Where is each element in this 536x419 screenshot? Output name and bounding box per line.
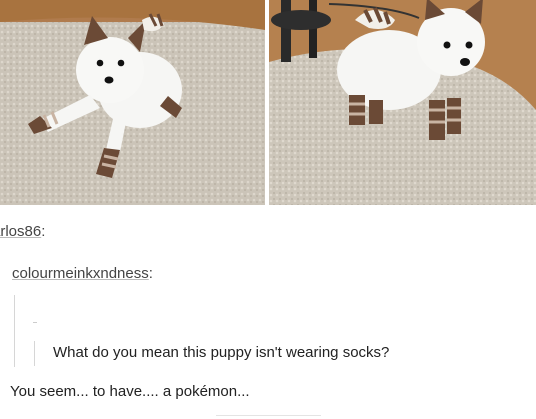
quote-divider (33, 322, 37, 323)
photo-puppy-standing[interactable] (269, 0, 536, 205)
reblog-attribution-2: colourmeinkxndness: (12, 265, 153, 282)
post-footer-divider (216, 415, 321, 416)
username-link[interactable]: colourmeinkxndness (12, 265, 149, 282)
username-link[interactable]: arlos86 (0, 223, 41, 240)
quote-rule-inner (34, 341, 35, 366)
reply-text: You seem... to have.... a pokémon... (10, 383, 250, 400)
quoted-comment: What do you mean this puppy isn't wearin… (53, 344, 390, 361)
attribution-colon: : (148, 265, 153, 282)
quote-rule-outer (14, 295, 15, 367)
puppy-standing-image (269, 0, 536, 205)
reblog-attribution-1: arlos86: (0, 223, 45, 240)
attribution-colon: : (41, 223, 46, 240)
puppy-lying-image (0, 0, 265, 205)
photo-puppy-lying[interactable] (0, 0, 265, 205)
photo-set (0, 0, 536, 205)
